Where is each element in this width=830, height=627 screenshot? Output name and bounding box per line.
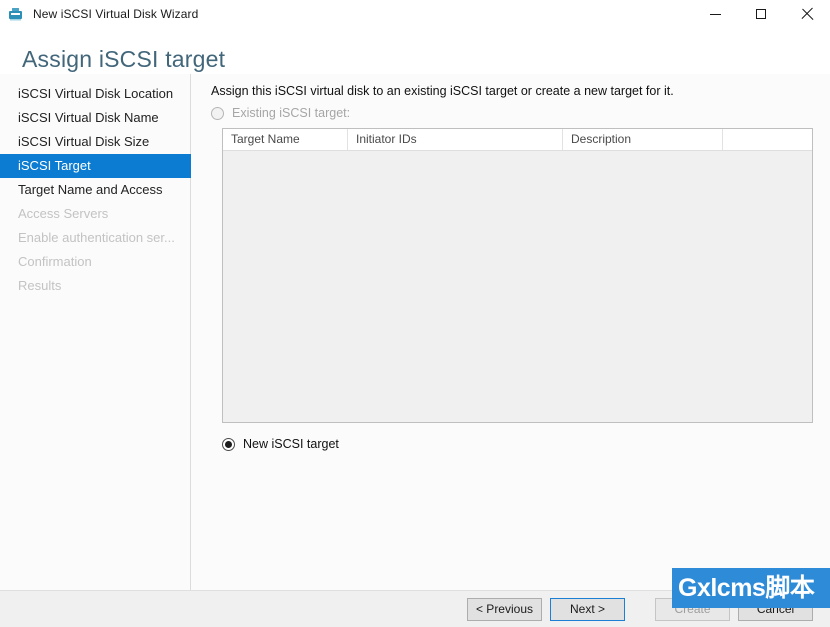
sidebar-item-results: Results: [18, 278, 62, 293]
close-button[interactable]: [784, 0, 830, 28]
wizard-body: iSCSI Virtual Disk Location iSCSI Virtua…: [0, 74, 830, 590]
maximize-button[interactable]: [738, 0, 784, 28]
existing-target-radio: [211, 106, 224, 120]
watermark-overlay: Gxlcms脚本: [672, 568, 830, 608]
sidebar-item-confirmation: Confirmation: [18, 254, 92, 269]
page-title: Assign iSCSI target: [22, 46, 226, 72]
existing-target-radio-row[interactable]: Existing iSCSI target:: [191, 106, 830, 120]
previous-button[interactable]: < Previous: [466, 597, 542, 621]
sidebar-item-access-servers: Access Servers: [18, 206, 109, 221]
wizard-window: New iSCSI Virtual Disk Wizard Assign iSC…: [0, 0, 830, 627]
sidebar-item-iscsi-target[interactable]: iSCSI Target: [0, 154, 191, 178]
sidebar-item-iscsi-virtual-disk-size[interactable]: iSCSI Virtual Disk Size: [0, 130, 190, 154]
window-controls: [692, 0, 830, 28]
sidebar-item-enable-authentication: Enable authentication ser...: [18, 230, 175, 245]
new-target-label: New iSCSI target: [243, 437, 339, 451]
targets-table-body[interactable]: [223, 151, 812, 422]
column-header-initiator-ids[interactable]: Initiator IDs: [348, 129, 563, 150]
wizard-main: Assign this iSCSI virtual disk to an exi…: [191, 74, 830, 590]
instruction-text: Assign this iSCSI virtual disk to an exi…: [211, 84, 674, 98]
targets-table-header: Target Name Initiator IDs Description: [223, 129, 812, 151]
existing-target-label: Existing iSCSI target:: [232, 106, 351, 120]
new-target-radio: [222, 437, 235, 451]
iscsi-disk-icon: [7, 5, 25, 23]
column-header-target-name[interactable]: Target Name: [223, 129, 348, 150]
title-bar: New iSCSI Virtual Disk Wizard: [0, 0, 830, 28]
next-button[interactable]: Next >: [550, 597, 625, 621]
sidebar-item-iscsi-virtual-disk-location[interactable]: iSCSI Virtual Disk Location: [0, 82, 190, 106]
column-header-blank[interactable]: [723, 129, 812, 150]
new-target-radio-row[interactable]: New iSCSI target: [191, 437, 830, 451]
close-icon: [801, 8, 813, 20]
column-header-description[interactable]: Description: [563, 129, 723, 150]
minimize-icon: [709, 13, 721, 15]
wizard-sidebar: iSCSI Virtual Disk Location iSCSI Virtua…: [0, 74, 191, 590]
sidebar-item-target-name-and-access[interactable]: Target Name and Access: [0, 178, 190, 202]
window-title: New iSCSI Virtual Disk Wizard: [33, 7, 199, 21]
sidebar-item-iscsi-virtual-disk-name[interactable]: iSCSI Virtual Disk Name: [0, 106, 190, 130]
targets-table[interactable]: Target Name Initiator IDs Description: [222, 128, 813, 423]
minimize-button[interactable]: [692, 0, 738, 28]
maximize-icon: [756, 9, 766, 19]
